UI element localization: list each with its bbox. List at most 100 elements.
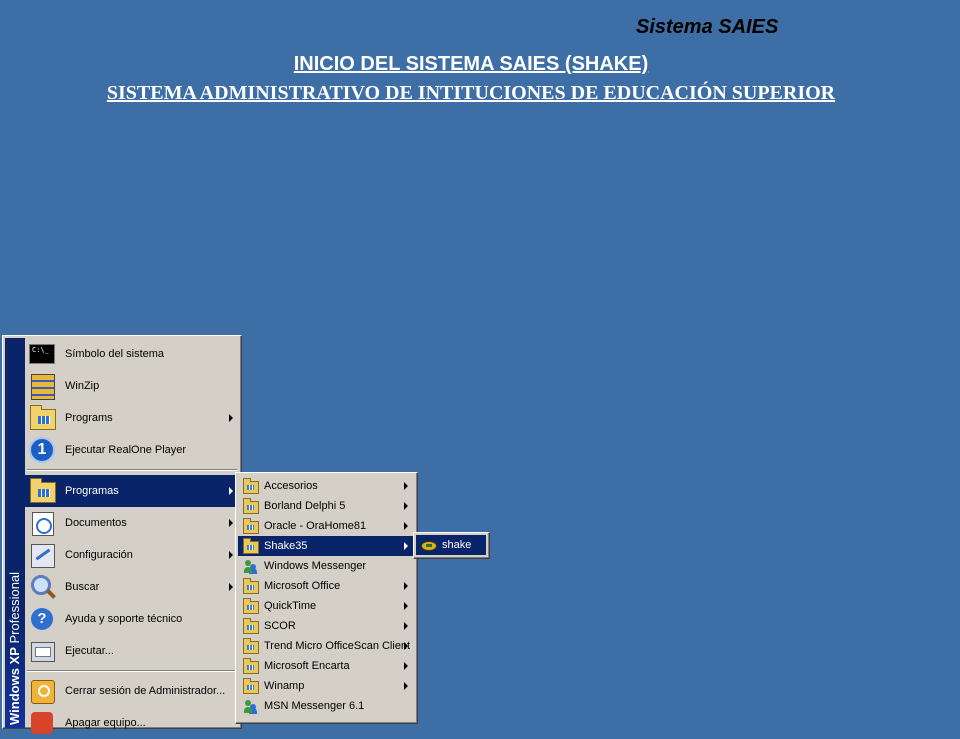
submenu-arrow-icon [404,542,408,550]
submenu-item-label: shake [442,539,472,551]
menu-item-label: Buscar [65,581,100,593]
submenu-item-label: Accesorios [264,480,318,492]
folder-icon [242,678,259,694]
search-icon [27,572,57,602]
submenu-item-microsoft-encarta[interactable]: Microsoft Encarta [238,656,414,676]
messenger-icon [242,698,258,714]
start-menu: Windows XP Professional C:\_ Símbolo del… [2,335,242,734]
submenu-item-trend-micro[interactable]: Trend Micro OfficeScan Client [238,636,414,656]
menu-item-label: Ayuda y soporte técnico [65,613,183,625]
submenu-item-label: MSN Messenger 6.1 [264,700,365,712]
submenu-item-microsoft-office[interactable]: Microsoft Office [238,576,414,596]
menu-item-ayuda[interactable]: ? Ayuda y soporte técnico [25,603,239,635]
submenu-arrow-icon [404,482,408,490]
run-icon [27,636,57,666]
menu-separator [27,469,237,471]
menu-item-label: Programs [65,412,113,424]
folder-icon [242,478,259,494]
submenu-item-borland-delphi[interactable]: Borland Delphi 5 [238,496,414,516]
menu-item-programas[interactable]: Programas [25,475,239,507]
folder-icon [242,618,259,634]
folder-icon [242,578,259,594]
page-title: INICIO DEL SISTEMA SAIES (SHAKE) [293,53,649,75]
menu-item-winzip[interactable]: WinZip [25,370,239,402]
menu-item-label: Configuración [65,549,133,561]
command-prompt-icon: C:\_ [27,339,57,369]
submenu-arrow-icon [229,583,233,591]
submenu-item-label: Shake35 [264,540,308,552]
submenu-item-label: SCOR [264,620,296,632]
submenu-item-label: Borland Delphi 5 [264,500,346,512]
logoff-icon [27,676,57,706]
documents-icon [27,508,57,538]
folder-icon [242,638,259,654]
menu-item-label: WinZip [65,380,100,392]
menu-item-documentos[interactable]: Documentos [25,507,239,539]
submenu-arrow-icon [404,602,408,610]
start-menu-banner: Windows XP Professional [5,338,25,728]
submenu-item-label: Microsoft Encarta [264,660,350,672]
submenu-item-windows-messenger[interactable]: Windows Messenger [238,556,414,576]
menu-item-ejecutar[interactable]: Ejecutar... [25,635,239,667]
messenger-icon [242,558,258,574]
submenu-item-scor[interactable]: SCOR [238,616,414,636]
winzip-icon [27,371,57,401]
banner-edition: Professional [7,571,22,648]
submenu-item-msn-messenger[interactable]: MSN Messenger 6.1 [238,696,414,716]
folder-icon [242,518,259,534]
submenu-item-shake35[interactable]: Shake35 [238,536,414,556]
menu-item-configuracion[interactable]: Configuración [25,539,239,571]
submenu-item-winamp[interactable]: Winamp [238,676,414,696]
submenu-arrow-icon [229,519,233,527]
programas-submenu: Accesorios Borland Delphi 5 Oracle - Ora… [235,472,418,724]
help-icon: ? [27,604,57,634]
settings-icon [27,540,57,570]
programas-folder-icon [27,476,57,506]
submenu-arrow-icon [404,642,408,650]
submenu-item-label: QuickTime [264,600,317,612]
menu-item-label: Símbolo del sistema [65,348,165,360]
menu-item-label: Apagar equipo... [65,717,146,729]
menu-item-label: Ejecutar... [65,645,114,657]
command-prompt-icon-text: C:\_ [29,344,55,364]
system-name: Sistema SAIES [636,16,779,38]
menu-item-label: Programas [65,485,119,497]
submenu-arrow-icon [404,682,408,690]
submenu-item-oracle[interactable]: Oracle - OraHome81 [238,516,414,536]
menu-item-label: Cerrar sesión de Administrador... [65,685,226,697]
submenu-arrow-icon [229,487,233,495]
submenu-item-accesorios[interactable]: Accesorios [238,476,414,496]
shake35-submenu: shake [413,532,490,559]
help-icon-badge: ? [31,608,53,630]
menu-item-programs[interactable]: Programs [25,402,239,434]
submenu-arrow-icon [404,662,408,670]
menu-item-label: Ejecutar RealOne Player [65,444,187,456]
menu-item-cerrar-sesion[interactable]: Cerrar sesión de Administrador... [25,675,239,707]
realone-icon-badge: 1 [29,437,55,463]
submenu-item-label: Windows Messenger [264,560,367,572]
submenu-item-label: Oracle - OraHome81 [264,520,367,532]
menu-separator [27,670,237,672]
submenu-arrow-icon [404,582,408,590]
shutdown-icon [27,708,57,738]
folder-icon [242,658,259,674]
folder-icon [242,498,259,514]
folder-icon [242,598,259,614]
submenu-item-shake[interactable]: shake [416,535,486,555]
submenu-item-label: Trend Micro OfficeScan Client [264,640,411,652]
submenu-item-quicktime[interactable]: QuickTime [238,596,414,616]
menu-item-command-prompt[interactable]: C:\_ Símbolo del sistema [25,338,239,370]
shake-app-icon [420,537,437,553]
programs-folder-icon [27,403,57,433]
menu-item-label: Documentos [65,517,127,529]
realone-icon: 1 [27,435,57,465]
menu-item-buscar[interactable]: Buscar [25,571,239,603]
menu-item-realone[interactable]: 1 Ejecutar RealOne Player [25,434,239,466]
submenu-arrow-icon [404,522,408,530]
banner-brand: Windows XP [7,647,22,725]
page-subtitle: SISTEMA ADMINISTRATIVO DE INTITUCIONES D… [106,82,836,104]
submenu-item-label: Winamp [264,680,305,692]
submenu-item-label: Microsoft Office [264,580,341,592]
folder-icon [242,538,259,554]
menu-item-apagar[interactable]: Apagar equipo... [25,707,239,739]
